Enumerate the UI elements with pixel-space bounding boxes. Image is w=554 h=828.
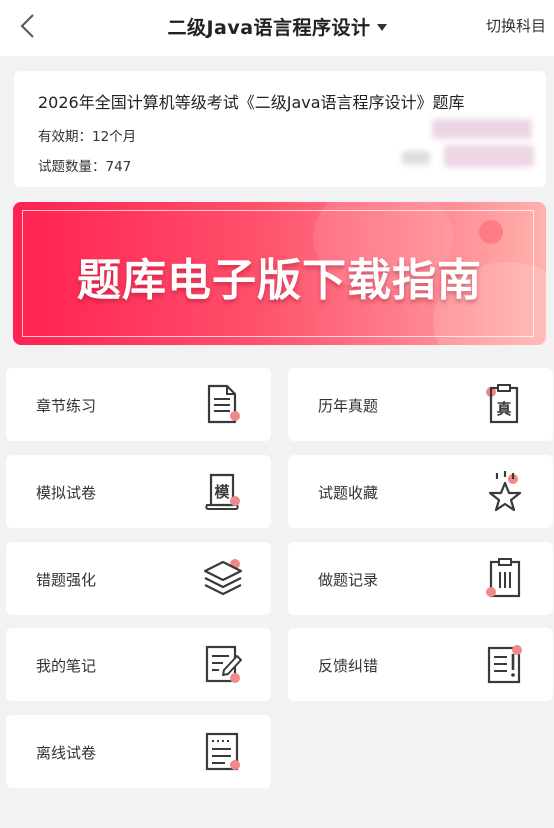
document-icon: [207, 384, 240, 424]
clipboard-list-icon: [486, 558, 521, 598]
svg-text:模: 模: [214, 483, 230, 501]
validity-text: 有效期：12个月: [38, 129, 137, 145]
menu-label: 错题强化: [36, 571, 97, 589]
menu-label: 做题记录: [318, 571, 379, 589]
redacted-area: [402, 151, 430, 165]
menu-label: 反馈纠错: [318, 657, 379, 675]
question-bank-info-card: 2026年全国计算机等级考试《二级Java语言程序设计》题库 有效期：12个月 …: [14, 71, 546, 187]
menu-my-notes[interactable]: 我的笔记: [6, 628, 271, 701]
layers-icon: [203, 559, 243, 596]
note-pencil-icon: [205, 645, 242, 683]
top-bar: 二级Java语言程序设计 切换科目: [0, 0, 554, 56]
menu-past-exams[interactable]: 历年真题 真: [288, 368, 553, 441]
menu-label: 模拟试卷: [36, 484, 97, 502]
menu-label: 历年真题: [318, 397, 379, 415]
menu-feedback[interactable]: 反馈纠错: [288, 628, 553, 701]
menu-label: 离线试卷: [36, 744, 97, 762]
menu-favorites[interactable]: 试题收藏: [288, 455, 553, 528]
menu-offline-exam[interactable]: 离线试卷: [6, 715, 271, 788]
feedback-icon: [487, 645, 522, 684]
question-count-text: 试题数量：747: [38, 159, 132, 175]
menu-chapter-practice[interactable]: 章节练习: [6, 368, 271, 441]
svg-text:真: 真: [496, 400, 511, 418]
star-icon: [488, 471, 522, 512]
menu-mock-exam[interactable]: 模拟试卷 模: [6, 455, 271, 528]
question-bank-title: 2026年全国计算机等级考试《二级Java语言程序设计》题库: [38, 93, 465, 112]
caret-down-icon: [376, 23, 387, 31]
menu-practice-history[interactable]: 做题记录: [288, 542, 553, 615]
redacted-area: [444, 145, 534, 167]
menu-label: 试题收藏: [318, 484, 379, 502]
download-guide-banner[interactable]: 题库电子版下载指南: [13, 202, 546, 345]
menu-label: 章节练习: [36, 397, 97, 415]
switch-subject-button[interactable]: 切换科目: [486, 15, 546, 36]
clipboard-zhen-icon: 真: [486, 384, 519, 424]
subject-selector[interactable]: 二级Java语言程序设计: [0, 12, 554, 40]
scroll-mo-icon: 模: [205, 473, 240, 510]
redacted-area: [432, 119, 532, 139]
banner-text: 题库电子版下载指南: [77, 255, 482, 306]
menu-wrong-questions[interactable]: 错题强化: [6, 542, 271, 615]
page-title: 二级Java语言程序设计: [167, 16, 371, 39]
menu-label: 我的笔记: [36, 657, 97, 675]
offline-paper-icon: [205, 732, 240, 771]
